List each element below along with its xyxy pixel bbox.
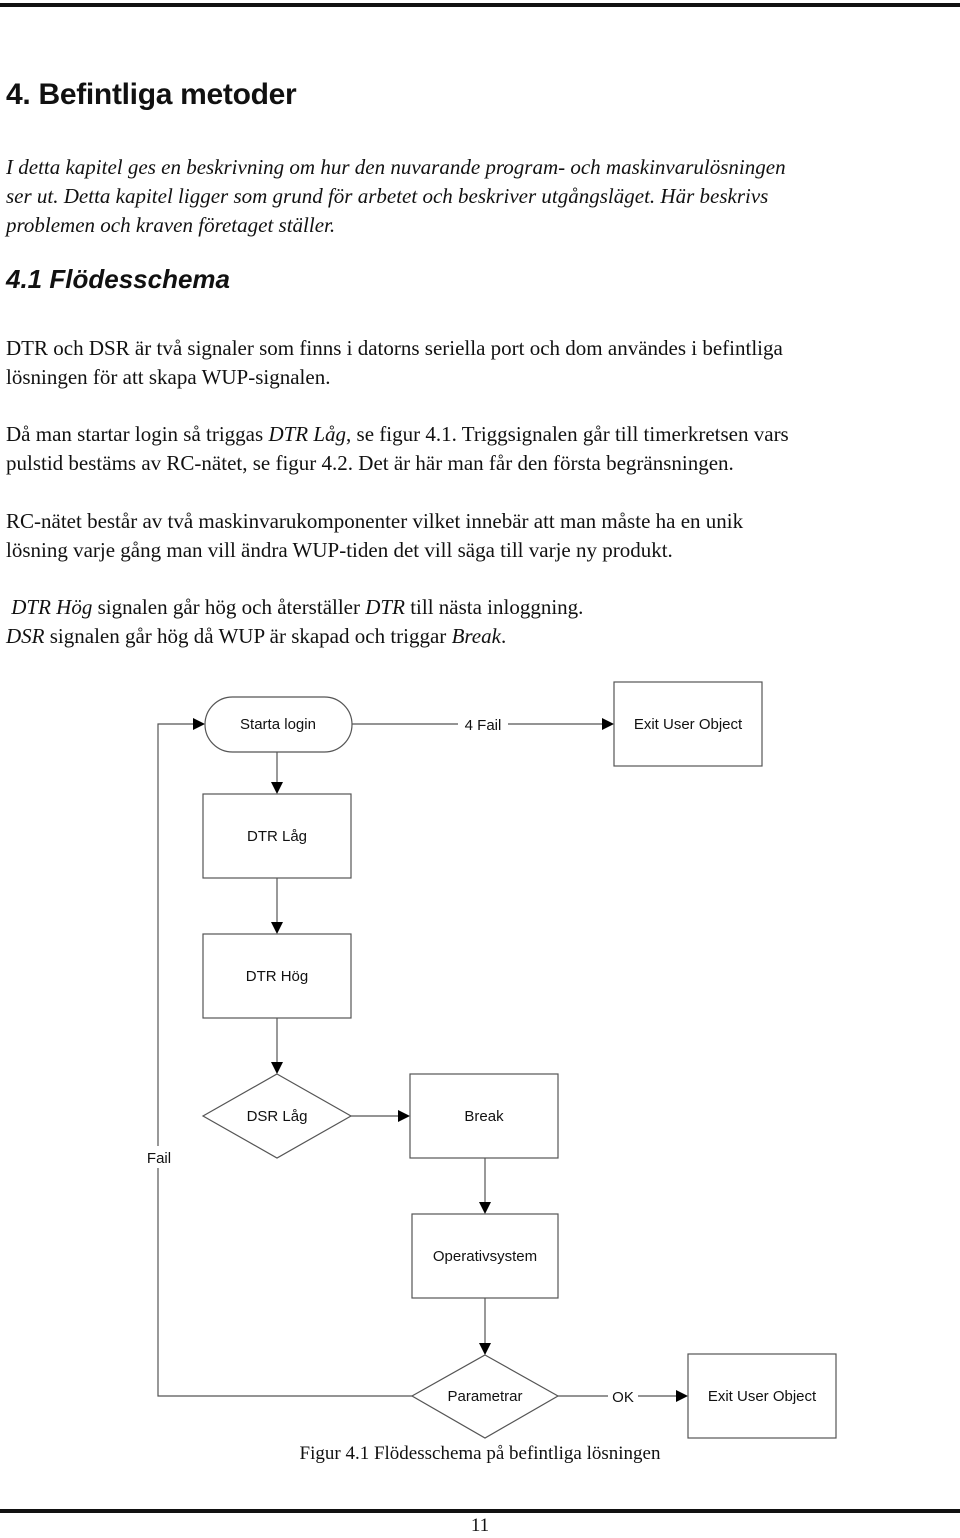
paragraph-dtr-dsr: DTR och DSR är två signaler som finns i … <box>6 334 956 392</box>
arrowhead-icon <box>676 1390 688 1402</box>
text-run: , se figur 4.1. Triggsignalen går till t… <box>346 422 789 446</box>
paragraph-line: pulstid bestäms av RC-nätet, se figur 4.… <box>6 451 734 475</box>
emphasis-dtr-lag: DTR Låg <box>268 422 347 446</box>
emphasis-dtr-hog: DTR Hög <box>11 595 93 619</box>
arrowhead-icon <box>193 718 205 730</box>
arrowhead-icon <box>271 782 283 794</box>
intro-paragraph: I detta kapitel ges en beskrivning om hu… <box>6 153 956 240</box>
node-label: Break <box>464 1108 504 1125</box>
text-run: signalen går hög och återställer <box>92 595 366 619</box>
intro-line: ser ut. Detta kapitel ligger som grund f… <box>6 184 769 208</box>
arrowhead-icon <box>398 1110 410 1122</box>
section-heading: 4.1 Flödesschema <box>6 264 230 294</box>
paragraph-line: DTR Hög signalen går hög och återställer… <box>6 593 956 622</box>
arrowhead-icon <box>602 718 614 730</box>
node-operativsystem: Operativsystem <box>411 1213 559 1299</box>
emphasis-dsr: DSR <box>6 624 45 648</box>
paragraph-rc-net: RC-nätet består av två maskinvarukompone… <box>6 507 956 565</box>
node-exit-user-object-top: Exit User Object <box>613 681 763 767</box>
paragraph-login-trigger: Då man startar login så triggas DTR Låg,… <box>6 420 956 478</box>
paragraph-line: Då man startar login så triggas DTR Låg,… <box>6 420 956 449</box>
chapter-heading: 4. Befintliga metoder <box>6 78 297 111</box>
node-exit-user-object-bottom: Exit User Object <box>687 1353 837 1439</box>
paragraph-line: lösningen för att skapa WUP-signalen. <box>6 365 331 389</box>
node-label: Parametrar <box>447 1388 522 1405</box>
text-run: . <box>500 624 507 648</box>
node-label: Operativsystem <box>433 1248 537 1265</box>
node-label: DTR Hög <box>246 968 309 985</box>
node-dsr-lag: DSR Låg <box>201 1073 353 1159</box>
node-dtr-lag: DTR Låg <box>202 793 352 879</box>
paragraph-line: RC-nätet består av två maskinvarukompone… <box>6 509 744 533</box>
intro-line: problemen och kraven företaget ställer. <box>6 213 336 237</box>
paragraph-line: lösning varje gång man vill ändra WUP-ti… <box>6 538 673 562</box>
node-parametrar: Parametrar <box>410 1354 560 1439</box>
flowchart: Fail 4 Fail OK Starta login Exit User Ob… <box>144 681 837 1439</box>
edge-label-ok: OK <box>612 1389 634 1406</box>
node-label: DTR Låg <box>247 828 307 845</box>
node-label: Starta login <box>240 716 316 733</box>
arrowhead-icon <box>479 1202 491 1214</box>
node-dtr-hog: DTR Hög <box>202 933 352 1019</box>
node-starta-login: Starta login <box>204 696 353 753</box>
caption-text: Figur 4.1 Flödesschema på befintliga lös… <box>299 1443 661 1464</box>
arrowhead-icon <box>271 922 283 934</box>
emphasis-break: Break <box>451 624 501 648</box>
edge-label-four-fail: 4 Fail <box>465 717 502 734</box>
emphasis-dtr: DTR <box>365 595 405 619</box>
text-run: Då man startar login så triggas <box>6 422 269 446</box>
node-break: Break <box>409 1073 559 1159</box>
top-rule <box>0 3 960 7</box>
arrowhead-icon <box>479 1343 491 1355</box>
bottom-rule <box>0 1509 960 1513</box>
paragraph-signals: DTR Hög signalen går hög och återställer… <box>6 593 956 651</box>
page-number: 11 <box>470 1515 490 1536</box>
text-run: signalen går hög då WUP är skapad och tr… <box>44 624 452 648</box>
edge-label-fail: Fail <box>147 1150 171 1167</box>
paragraph-line: DTR och DSR är två signaler som finns i … <box>6 336 783 360</box>
figure-caption: Figur 4.1 Flödesschema på befintliga lös… <box>0 1443 960 1465</box>
text-run: till nästa inloggning. <box>404 595 584 619</box>
node-label: Exit User Object <box>708 1388 817 1405</box>
paragraph-line: DSR signalen går hög då WUP är skapad oc… <box>6 622 956 651</box>
arrowhead-icon <box>271 1062 283 1074</box>
node-label: DSR Låg <box>247 1108 308 1125</box>
node-label: Exit User Object <box>634 716 743 733</box>
intro-line: I detta kapitel ges en beskrivning om hu… <box>6 155 786 179</box>
